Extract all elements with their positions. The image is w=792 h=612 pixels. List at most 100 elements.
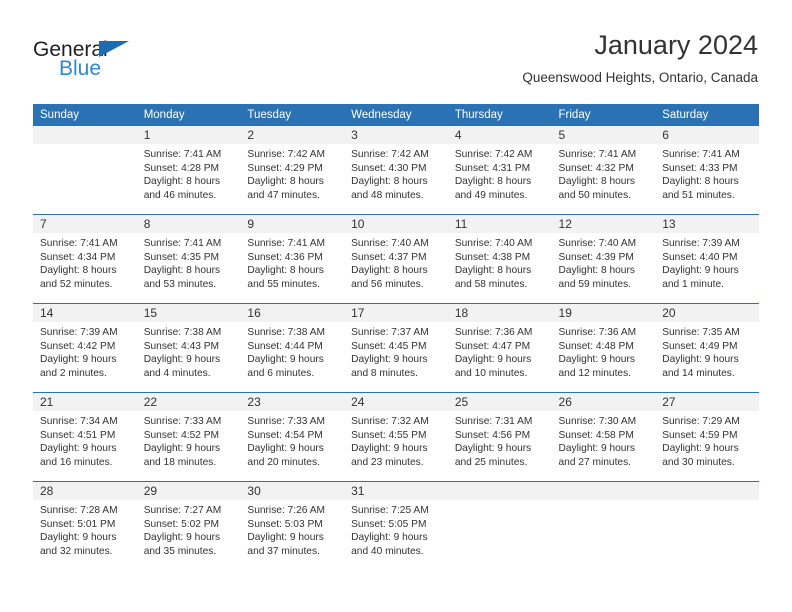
calendar-day-cell[interactable]: 23 Sunrise: 7:33 AM Sunset: 4:54 PM Dayligh… bbox=[240, 392, 345, 482]
sunrise-text: Sunrise: 7:40 AM bbox=[351, 238, 429, 249]
calendar-day-cell[interactable]: 2 Sunrise: 7:42 AM Sunset: 4:29 PM Daylight… bbox=[240, 126, 345, 215]
day-cell-inner: 18 Sunrise: 7:36 AM Sunset: 4:47 PM Dayligh… bbox=[447, 304, 552, 392]
day-details: Sunrise: 7:32 AM Sunset: 4:55 PM Daylight:… bbox=[344, 411, 448, 469]
sunset-text: Sunset: 4:55 PM bbox=[351, 429, 427, 441]
day-number: 6 bbox=[655, 126, 759, 144]
brand-triangle-icon bbox=[99, 41, 129, 57]
calendar-day-cell[interactable]: 31 Sunrise: 7:25 AM Sunset: 5:05 PM Dayligh… bbox=[344, 481, 448, 570]
day-cell-inner: 2 Sunrise: 7:42 AM Sunset: 4:29 PM Daylight… bbox=[240, 126, 345, 214]
day-details: Sunrise: 7:41 AM Sunset: 4:28 PM Daylight:… bbox=[137, 144, 241, 202]
day-cell-inner: 4 Sunrise: 7:42 AM Sunset: 4:31 PM Daylight… bbox=[447, 126, 552, 214]
day-cell-inner: 9 Sunrise: 7:41 AM Sunset: 4:36 PM Daylight… bbox=[240, 215, 345, 303]
calendar-table: Sunday Monday Tuesday Wednesday Thursday… bbox=[33, 104, 759, 570]
calendar-day-cell[interactable]: 18 Sunrise: 7:36 AM Sunset: 4:47 PM Dayligh… bbox=[447, 303, 552, 393]
calendar-day-cell[interactable]: 1 Sunrise: 7:41 AM Sunset: 4:28 PM Daylight… bbox=[136, 126, 241, 215]
calendar-day-cell[interactable]: 9 Sunrise: 7:41 AM Sunset: 4:36 PM Daylight… bbox=[240, 214, 345, 304]
calendar-day-cell[interactable]: 22 Sunrise: 7:33 AM Sunset: 4:52 PM Dayligh… bbox=[136, 392, 241, 482]
calendar-page: General Blue January 2024 Queenswood Hei… bbox=[0, 0, 792, 612]
calendar-day-cell[interactable]: 3 Sunrise: 7:42 AM Sunset: 4:30 PM Daylight… bbox=[344, 126, 448, 215]
sunrise-text: Sunrise: 7:25 AM bbox=[351, 505, 429, 516]
day-details: Sunrise: 7:26 AM Sunset: 5:03 PM Daylight:… bbox=[240, 500, 344, 558]
calendar-day-cell[interactable]: 20 Sunrise: 7:35 AM Sunset: 4:49 PM Dayligh… bbox=[655, 303, 759, 393]
calendar-day-cell[interactable]: 25 Sunrise: 7:31 AM Sunset: 4:56 PM Dayligh… bbox=[447, 392, 552, 482]
day-cell-inner: 22 Sunrise: 7:33 AM Sunset: 4:52 PM Dayligh… bbox=[136, 393, 241, 481]
sunrise-text: Sunrise: 7:41 AM bbox=[40, 238, 118, 249]
calendar-day-cell[interactable]: 10 Sunrise: 7:40 AM Sunset: 4:37 PM Dayligh… bbox=[344, 214, 448, 304]
calendar-week-row: 21 Sunrise: 7:34 AM Sunset: 4:51 PM Dayligh… bbox=[33, 392, 759, 482]
day-cell-inner: 23 Sunrise: 7:33 AM Sunset: 4:54 PM Dayligh… bbox=[240, 393, 345, 481]
sunrise-text: Sunrise: 7:32 AM bbox=[351, 416, 429, 427]
daylight-text: Daylight: 8 hours and 53 minutes. bbox=[143, 265, 221, 290]
daylight-text: Daylight: 9 hours and 14 minutes. bbox=[662, 354, 739, 379]
daylight-text: Daylight: 8 hours and 51 minutes. bbox=[662, 176, 739, 201]
day-details: Sunrise: 7:42 AM Sunset: 4:30 PM Daylight:… bbox=[344, 144, 448, 202]
day-number: 5 bbox=[551, 126, 656, 144]
page-title: January 2024 bbox=[594, 30, 758, 60]
weekday-header-monday: Monday bbox=[136, 104, 241, 126]
day-number: 4 bbox=[447, 126, 552, 144]
day-details: Sunrise: 7:31 AM Sunset: 4:56 PM Daylight:… bbox=[448, 411, 552, 469]
sunrise-text: Sunrise: 7:41 AM bbox=[662, 149, 740, 160]
calendar-day-cell[interactable]: 15 Sunrise: 7:38 AM Sunset: 4:43 PM Dayligh… bbox=[136, 303, 241, 393]
sunset-text: Sunset: 4:37 PM bbox=[351, 251, 427, 263]
calendar-day-cell[interactable]: 29 Sunrise: 7:27 AM Sunset: 5:02 PM Dayligh… bbox=[136, 481, 241, 570]
calendar-day-cell[interactable]: 21 Sunrise: 7:34 AM Sunset: 4:51 PM Dayligh… bbox=[33, 392, 137, 482]
day-cell-inner bbox=[33, 126, 137, 214]
calendar-day-cell[interactable]: 6 Sunrise: 7:41 AM Sunset: 4:33 PM Daylight… bbox=[655, 126, 759, 215]
calendar-day-cell[interactable]: 19 Sunrise: 7:36 AM Sunset: 4:48 PM Dayligh… bbox=[551, 303, 656, 393]
day-number: 8 bbox=[136, 215, 241, 233]
day-details: Sunrise: 7:29 AM Sunset: 4:59 PM Daylight:… bbox=[655, 411, 759, 469]
daylight-text: Daylight: 8 hours and 49 minutes. bbox=[454, 176, 532, 201]
weekday-header-friday: Friday bbox=[551, 104, 656, 126]
day-details: Sunrise: 7:25 AM Sunset: 5:05 PM Daylight:… bbox=[344, 500, 448, 558]
daylight-text: Daylight: 8 hours and 55 minutes. bbox=[247, 265, 324, 290]
sunset-text: Sunset: 4:32 PM bbox=[558, 162, 634, 174]
sunrise-text: Sunrise: 7:26 AM bbox=[247, 505, 325, 516]
day-details: Sunrise: 7:38 AM Sunset: 4:44 PM Daylight:… bbox=[240, 322, 344, 380]
day-number: 1 bbox=[136, 126, 241, 144]
calendar-day-cell[interactable]: 7 Sunrise: 7:41 AM Sunset: 4:34 PM Daylight… bbox=[33, 214, 137, 304]
calendar-day-cell[interactable]: 13 Sunrise: 7:39 AM Sunset: 4:40 PM Dayligh… bbox=[655, 214, 759, 304]
day-number: 28 bbox=[33, 482, 137, 500]
day-cell-inner bbox=[551, 482, 656, 570]
daylight-text: Daylight: 8 hours and 59 minutes. bbox=[558, 265, 635, 290]
calendar-day-cell[interactable]: 17 Sunrise: 7:37 AM Sunset: 4:45 PM Dayligh… bbox=[344, 303, 448, 393]
day-number: 3 bbox=[344, 126, 448, 144]
day-number: 10 bbox=[344, 215, 448, 233]
daylight-text: Daylight: 9 hours and 18 minutes. bbox=[143, 443, 221, 468]
day-cell-inner: 14 Sunrise: 7:39 AM Sunset: 4:42 PM Dayligh… bbox=[33, 304, 137, 392]
sunrise-text: Sunrise: 7:41 AM bbox=[143, 238, 222, 249]
sunrise-text: Sunrise: 7:37 AM bbox=[351, 327, 429, 338]
day-number bbox=[551, 482, 656, 500]
day-details: Sunrise: 7:33 AM Sunset: 4:54 PM Daylight:… bbox=[240, 411, 344, 469]
weekday-header-wednesday: Wednesday bbox=[344, 104, 448, 126]
day-details: Sunrise: 7:36 AM Sunset: 4:47 PM Daylight:… bbox=[448, 322, 552, 380]
day-number: 11 bbox=[447, 215, 552, 233]
sunset-text: Sunset: 4:56 PM bbox=[454, 429, 531, 441]
calendar-day-cell[interactable]: 4 Sunrise: 7:42 AM Sunset: 4:31 PM Daylight… bbox=[447, 126, 552, 215]
calendar-day-cell[interactable]: 24 Sunrise: 7:32 AM Sunset: 4:55 PM Dayligh… bbox=[344, 392, 448, 482]
calendar-day-cell[interactable]: 26 Sunrise: 7:30 AM Sunset: 4:58 PM Dayligh… bbox=[551, 392, 656, 482]
sunrise-text: Sunrise: 7:41 AM bbox=[143, 149, 222, 160]
calendar-day-cell[interactable]: 30 Sunrise: 7:26 AM Sunset: 5:03 PM Dayligh… bbox=[240, 481, 345, 570]
daylight-text: Daylight: 9 hours and 25 minutes. bbox=[454, 443, 532, 468]
weekday-header-saturday: Saturday bbox=[655, 104, 759, 126]
calendar-day-cell[interactable]: 8 Sunrise: 7:41 AM Sunset: 4:35 PM Daylight… bbox=[136, 214, 241, 304]
day-details: Sunrise: 7:36 AM Sunset: 4:48 PM Daylight:… bbox=[552, 322, 656, 380]
sunset-text: Sunset: 4:40 PM bbox=[662, 251, 738, 263]
day-cell-inner: 10 Sunrise: 7:40 AM Sunset: 4:37 PM Dayligh… bbox=[344, 215, 448, 303]
calendar-day-cell[interactable]: 27 Sunrise: 7:29 AM Sunset: 4:59 PM Dayligh… bbox=[655, 392, 759, 482]
sunrise-text: Sunrise: 7:42 AM bbox=[454, 149, 533, 160]
daylight-text: Daylight: 8 hours and 47 minutes. bbox=[247, 176, 324, 201]
calendar-day-cell[interactable]: 11 Sunrise: 7:40 AM Sunset: 4:38 PM Dayligh… bbox=[447, 214, 552, 304]
calendar-day-cell[interactable]: 5 Sunrise: 7:41 AM Sunset: 4:32 PM Daylight… bbox=[551, 126, 656, 215]
daylight-text: Daylight: 9 hours and 27 minutes. bbox=[558, 443, 635, 468]
day-cell-inner bbox=[447, 482, 552, 570]
calendar-container: Sunday Monday Tuesday Wednesday Thursday… bbox=[33, 104, 759, 570]
calendar-day-cell[interactable]: 14 Sunrise: 7:39 AM Sunset: 4:42 PM Dayligh… bbox=[33, 303, 137, 393]
calendar-day-cell[interactable]: 16 Sunrise: 7:38 AM Sunset: 4:44 PM Dayligh… bbox=[240, 303, 345, 393]
day-cell-inner: 21 Sunrise: 7:34 AM Sunset: 4:51 PM Dayligh… bbox=[33, 393, 137, 481]
calendar-day-cell[interactable]: 28 Sunrise: 7:28 AM Sunset: 5:01 PM Dayligh… bbox=[33, 481, 137, 570]
sunset-text: Sunset: 4:43 PM bbox=[143, 340, 220, 352]
calendar-day-cell[interactable]: 12 Sunrise: 7:40 AM Sunset: 4:39 PM Dayligh… bbox=[551, 214, 656, 304]
